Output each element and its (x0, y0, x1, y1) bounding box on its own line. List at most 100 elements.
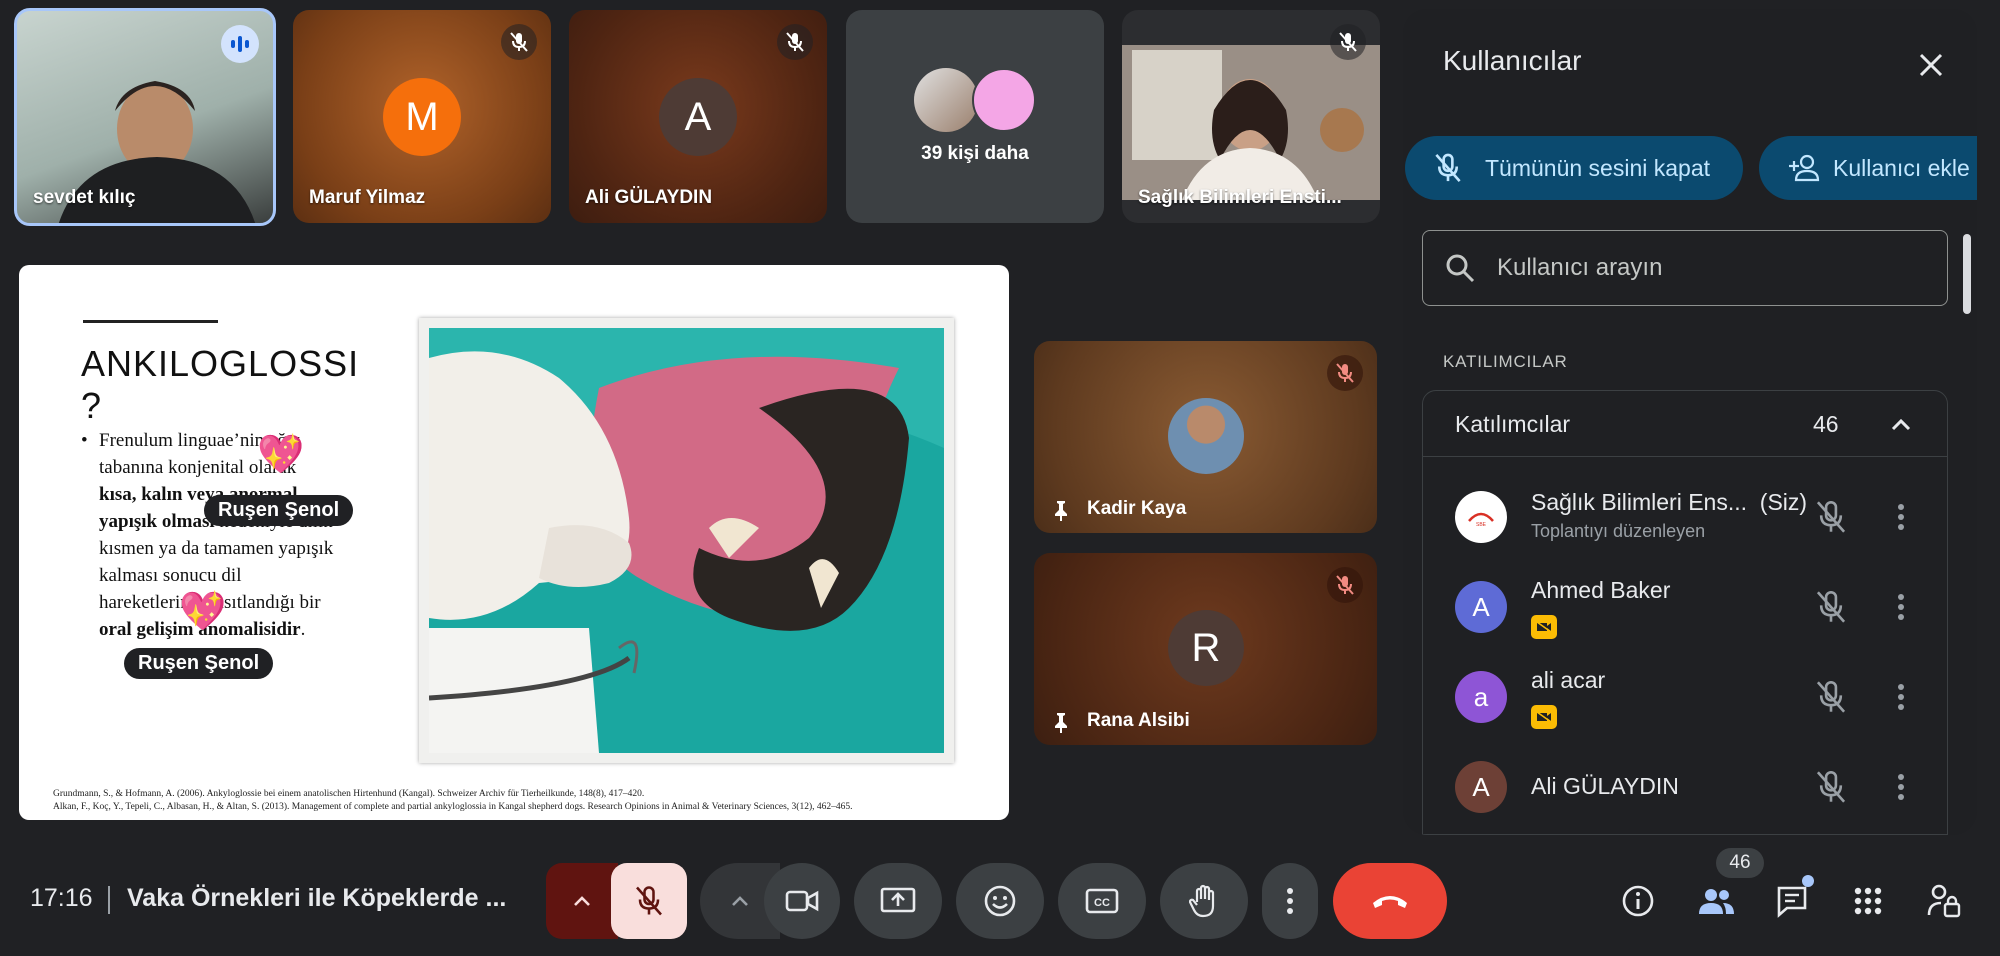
close-icon (1919, 53, 1943, 77)
add-person-icon (1789, 154, 1820, 182)
mute-all-label: Tümünün sesini kapat (1485, 154, 1711, 181)
tile-maruf-yilmaz[interactable]: M Maruf Yilmaz (293, 10, 551, 223)
panel-scrollbar[interactable] (1963, 234, 1971, 314)
audio-options-button[interactable] (546, 863, 618, 939)
meeting-details-button[interactable] (1614, 877, 1662, 925)
add-user-label: Kullanıcı ekle (1833, 154, 1970, 181)
reference-line: Grundmann, S., & Hofmann, A. (2006). Ank… (53, 789, 645, 799)
avatar (1168, 398, 1244, 474)
participant-name: Ali GÜLAYDIN (1531, 773, 1679, 799)
meeting-clock: 17:16 (30, 884, 93, 912)
more-options-icon[interactable] (1889, 769, 1913, 805)
chevron-up-icon (574, 896, 590, 906)
add-user-button[interactable]: Kullanıcı ekle (1759, 136, 1977, 200)
more-options-icon[interactable] (1889, 679, 1913, 715)
tile-ali-gulaydin[interactable]: A Ali GÜLAYDIN (569, 10, 827, 223)
host-controls-button[interactable] (1920, 877, 1968, 925)
participant-name: Sağlık Bilimleri Ens... (Siz) (1531, 489, 1808, 515)
mic-off-icon (636, 886, 662, 916)
mic-off-icon (1330, 24, 1366, 60)
heart-reaction-icon: 💖 (257, 434, 305, 476)
participants-group: Katılımcılar 46 SBE Sağlık Bilimleri Ens… (1422, 390, 1948, 835)
avatar: a (1455, 671, 1507, 723)
tile-kadir-kaya[interactable]: Kadir Kaya (1034, 341, 1377, 533)
emoji-icon (984, 885, 1016, 917)
participants-group-header[interactable]: Katılımcılar 46 (1423, 391, 1947, 457)
videocam-icon (785, 890, 819, 912)
panel-title: Kullanıcılar (1443, 45, 1582, 76)
hand-icon (1189, 884, 1215, 918)
people-icon (1699, 889, 1734, 914)
reactions-button[interactable] (956, 863, 1044, 939)
reaction-name-label: Ruşen Şenol (204, 495, 354, 526)
mic-off-icon (1327, 355, 1363, 391)
mic-off-icon (1327, 567, 1363, 603)
speaking-indicator-icon (221, 25, 259, 63)
activities-button[interactable] (1844, 877, 1892, 925)
chat-button[interactable] (1768, 875, 1816, 925)
present-screen-button[interactable] (854, 863, 942, 939)
participant-row[interactable]: A Ali GÜLAYDIN (1423, 743, 1947, 831)
avatar: R (1168, 610, 1244, 686)
tile-saglik-bilimleri[interactable]: Sağlık Bilimleri Ensti... (1122, 10, 1380, 223)
slide-line: Frenulum linguae’nin ağız (99, 430, 301, 451)
close-button[interactable] (1911, 45, 1951, 85)
lock-person-icon (1927, 884, 1961, 918)
participant-row[interactable]: a ali acar (1423, 653, 1947, 741)
slide-references: Grundmann, S., & Hofmann, A. (2006). Ank… (53, 788, 993, 814)
present-to-all-icon (880, 887, 916, 913)
info-icon (1622, 885, 1654, 917)
pin-icon (1055, 501, 1067, 521)
avatar (972, 68, 1036, 132)
mic-off-icon (1435, 153, 1461, 182)
chevron-up-icon (732, 896, 748, 906)
tile-name: Maruf Yilmaz (309, 187, 426, 208)
search-field[interactable] (1422, 230, 1948, 306)
svg-text:SBE: SBE (1476, 522, 1487, 527)
people-panel: Kullanıcılar Tümünün sesini kapat Kullan… (1403, 9, 1977, 835)
chat-unread-dot (1802, 875, 1814, 887)
people-button[interactable] (1692, 877, 1740, 925)
people-count-badge: 46 (1716, 848, 1764, 878)
captions-button[interactable]: CC (1058, 863, 1146, 939)
presentation-slide: ANKILOGLOSSI ? • Frenulum linguae’nin ağ… (19, 265, 1009, 820)
participant-row[interactable]: SBE Sağlık Bilimleri Ens... (Siz) Toplan… (1423, 473, 1947, 561)
participant-row[interactable]: A Ahmed Baker (1423, 563, 1947, 651)
svg-text:CC: CC (1094, 897, 1110, 909)
tile-sevdet-kilic[interactable]: sevdet kılıç (14, 8, 276, 226)
mic-toggle-button[interactable] (611, 863, 687, 939)
more-participants-label: 39 kişi daha (921, 143, 1029, 164)
leave-call-button[interactable] (1333, 863, 1447, 939)
tile-more-participants[interactable]: 39 kişi daha (846, 10, 1104, 223)
avatar: M (383, 78, 461, 156)
raise-hand-button[interactable] (1160, 863, 1248, 939)
reference-line: Alkan, F., Koç, Y., Tepeli, C., Albasan,… (53, 802, 853, 812)
camera-toggle-button[interactable] (764, 863, 840, 939)
participant-name: Ahmed Baker (1531, 577, 1671, 603)
more-vert-icon (1287, 888, 1293, 914)
slide-line: hareketlerinin kısıtlandığı bir (99, 592, 321, 613)
mic-off-icon[interactable] (1813, 589, 1849, 625)
search-input[interactable] (1497, 254, 1897, 282)
slide-body: • Frenulum linguae’nin ağız tabanına kon… (81, 427, 381, 643)
group-title: Katılımcılar (1455, 411, 1571, 437)
slide-line: kısmen ya da tamamen yapışık (99, 538, 334, 559)
mic-off-icon[interactable] (1813, 679, 1849, 715)
mute-all-button[interactable]: Tümünün sesini kapat (1405, 136, 1743, 200)
slide-line: kalması sonucu dil (99, 565, 242, 586)
tile-rana-alsibi[interactable]: R Rana Alsibi (1034, 553, 1377, 745)
mic-off-icon (777, 24, 813, 60)
avatar: A (659, 78, 737, 156)
more-options-button[interactable] (1262, 863, 1318, 939)
tile-name: sevdet kılıç (33, 187, 136, 208)
more-options-icon[interactable] (1889, 499, 1913, 535)
tile-name: Sağlık Bilimleri Ensti... (1138, 187, 1342, 208)
mic-off-icon (501, 24, 537, 60)
slide-divider (83, 320, 218, 323)
chat-icon (1777, 886, 1807, 918)
closed-caption-icon: CC (1085, 888, 1119, 914)
more-options-icon[interactable] (1889, 589, 1913, 625)
mic-off-icon[interactable] (1813, 769, 1849, 805)
mic-off-icon[interactable] (1813, 499, 1849, 535)
apps-grid-icon (1854, 887, 1882, 915)
